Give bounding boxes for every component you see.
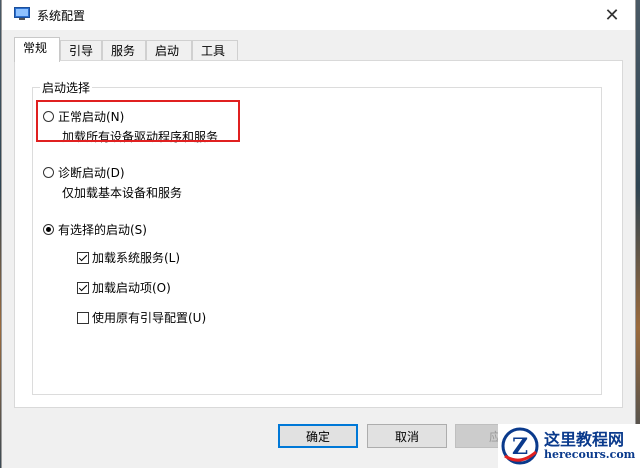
checkbox-load-startup-items[interactable]: 加载启动项(O) — [77, 279, 171, 296]
radio-diagnostic-startup[interactable]: 诊断启动(D) — [43, 164, 125, 181]
tab-tools[interactable]: 工具 — [192, 40, 238, 61]
checkbox-use-original-boot-config[interactable]: 使用原有引导配置(U) — [77, 309, 206, 326]
tab-startup[interactable]: 启动 — [146, 40, 192, 61]
title-bar: 系统配置 ✕ — [2, 0, 635, 30]
diagnostic-startup-description: 仅加载基本设备和服务 — [62, 186, 183, 200]
cancel-button[interactable]: 取消 — [367, 424, 447, 448]
radio-label: 有选择的启动(S) — [58, 223, 147, 237]
group-legend: 启动选择 — [40, 79, 93, 96]
general-tab-panel: 启动选择 正常启动(N) 加载所有设备驱动程序和服务 诊断启动(D) 仅加载基本… — [14, 60, 623, 408]
watermark-url: herecours.com — [544, 447, 636, 461]
checkbox-label: 使用原有引导配置(U) — [92, 311, 207, 325]
radio-button[interactable] — [43, 167, 54, 178]
startup-selection-group: 启动选择 正常启动(N) 加载所有设备驱动程序和服务 诊断启动(D) 仅加载基本… — [32, 79, 602, 395]
system-config-window: 系统配置 ✕ 常规 引导 服务 启动 工具 启动选择 正常启动(N) 加载所有设… — [2, 0, 635, 468]
radio-button[interactable] — [43, 111, 54, 122]
radio-selective-startup[interactable]: 有选择的启动(S) — [43, 221, 147, 238]
checkbox-label: 加载启动项(O) — [92, 281, 171, 295]
checkbox-checked[interactable] — [77, 281, 89, 294]
tab-general[interactable]: 常规 — [14, 37, 60, 62]
close-icon: ✕ — [604, 4, 620, 26]
tab-boot[interactable]: 引导 — [60, 40, 102, 61]
radio-label: 诊断启动(D) — [58, 166, 125, 180]
site-watermark: Z 这里教程网 herecours.com — [498, 424, 640, 468]
checkbox-checked[interactable] — [77, 251, 89, 264]
close-button[interactable]: ✕ — [589, 0, 635, 30]
watermark-logo-icon: Z — [501, 427, 539, 465]
radio-normal-startup[interactable]: 正常启动(N) — [43, 108, 124, 125]
normal-startup-description: 加载所有设备驱动程序和服务 — [62, 130, 219, 144]
ok-button[interactable]: 确定 — [278, 424, 358, 448]
radio-label: 正常启动(N) — [58, 110, 125, 124]
checkbox-load-system-services[interactable]: 加载系统服务(L) — [77, 249, 180, 266]
tab-services[interactable]: 服务 — [102, 40, 146, 61]
radio-button-selected[interactable] — [43, 224, 54, 235]
app-icon — [14, 7, 30, 20]
window-title: 系统配置 — [37, 9, 86, 23]
watermark-title: 这里教程网 — [544, 430, 625, 450]
checkbox-label: 加载系统服务(L) — [92, 251, 181, 265]
checkbox-unchecked[interactable] — [77, 311, 89, 324]
watermark-text: 这里教程网 herecours.com — [544, 431, 635, 461]
svg-text:Z: Z — [512, 434, 528, 460]
